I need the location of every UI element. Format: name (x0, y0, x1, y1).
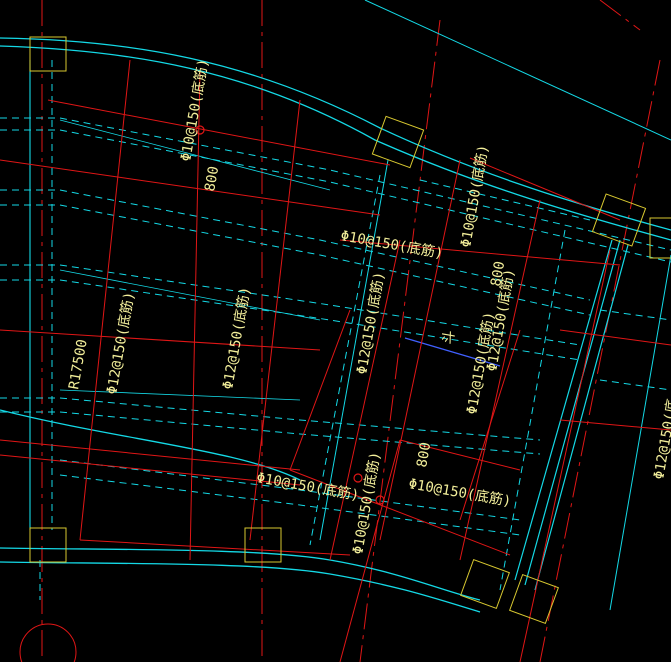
rebar-lines (0, 59, 671, 662)
length-label-a: 800 (202, 165, 222, 193)
column-4 (649, 217, 671, 259)
side-mark-label: 斗 (440, 329, 458, 346)
rebar-label-a: Φ10@150(底筋) (177, 57, 212, 162)
rebar-label-k: Φ10@150(底筋) (457, 143, 492, 248)
column-7 (460, 559, 510, 609)
radius-label: R17500 (66, 338, 91, 391)
rebar-label-d: Φ10@150(底筋) (339, 227, 444, 262)
rebar-label-j: Φ12@150(底 (651, 398, 671, 481)
column-5 (29, 527, 67, 563)
cad-drawing-canvas: Φ10@150(底筋) Φ12@150(底筋) Φ12@150(底筋) Φ10@… (0, 0, 671, 662)
rebar-label-h: Φ10@150(底筋) (407, 475, 512, 510)
rebar-label-f: Φ10@150(底筋) (255, 469, 360, 504)
annotations: Φ10@150(底筋) Φ12@150(底筋) Φ12@150(底筋) Φ10@… (66, 57, 671, 555)
dashed-beam-lines (0, 117, 671, 536)
rebar-markers (19, 125, 385, 662)
length-label-c: 800 (414, 441, 434, 469)
rebar-label-b: Φ12@150(底筋) (103, 290, 138, 395)
column-1 (29, 36, 67, 72)
